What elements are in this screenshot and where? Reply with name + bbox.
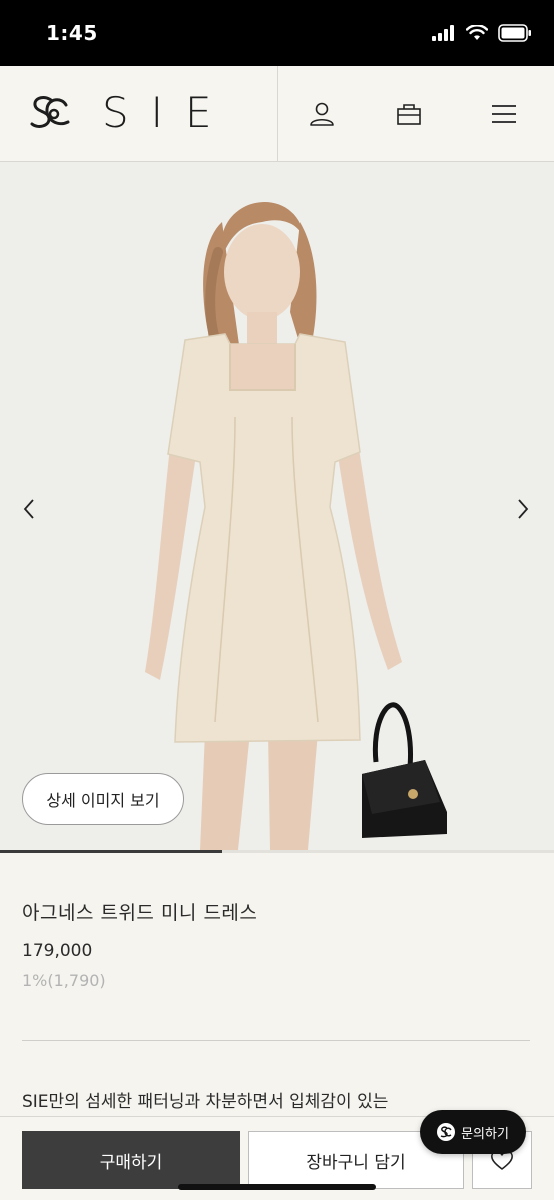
shopping-bag-icon xyxy=(397,104,421,125)
product-description: SIE만의 섬세한 패터닝과 차분하면서 입체감이 있는 xyxy=(22,1092,389,1112)
carousel-prev-button[interactable] xyxy=(18,497,42,521)
menu-button[interactable] xyxy=(486,96,522,132)
user-icon xyxy=(310,102,334,126)
status-bar: 1:45 xyxy=(0,0,554,66)
status-icons xyxy=(432,24,532,42)
cart-button[interactable] xyxy=(391,96,427,132)
brand-logo[interactable]: SIE xyxy=(28,92,234,134)
carousel-next-button[interactable] xyxy=(510,497,534,521)
chevron-right-icon xyxy=(518,499,529,519)
battery-icon xyxy=(498,24,531,42)
status-time: 1:45 xyxy=(46,21,98,45)
product-photo xyxy=(145,202,447,850)
brand-name: SIE xyxy=(102,88,234,137)
product-info: 아그네스 트위드 미니 드레스 179,000 1%(1,790) xyxy=(22,898,532,990)
inquiry-button[interactable]: 문의하기 xyxy=(420,1110,526,1154)
carousel-progress-bar xyxy=(0,850,554,853)
product-points: 1%(1,790) xyxy=(22,971,106,990)
sie-monogram-icon xyxy=(437,1123,456,1141)
account-button[interactable] xyxy=(304,96,340,132)
menu-icon xyxy=(492,105,516,123)
home-indicator xyxy=(178,1184,376,1190)
product-image-carousel[interactable]: 상세 이미지 보기 xyxy=(0,162,554,850)
product-name: 아그네스 트위드 미니 드레스 xyxy=(22,902,258,924)
inquiry-label: 문의하기 xyxy=(461,1126,509,1142)
chevron-left-icon xyxy=(23,499,34,519)
site-header: SIE xyxy=(0,66,554,162)
carousel-progress-fill xyxy=(0,850,222,853)
cellular-signal-icon xyxy=(432,25,454,41)
wifi-icon xyxy=(466,25,488,40)
sie-monogram-icon xyxy=(30,96,70,128)
product-price: 179,000 xyxy=(22,941,93,961)
header-divider xyxy=(277,66,278,162)
view-detail-images-button[interactable]: 상세 이미지 보기 xyxy=(22,773,184,825)
buy-now-button[interactable]: 구매하기 xyxy=(22,1131,240,1189)
info-divider xyxy=(22,1040,530,1041)
